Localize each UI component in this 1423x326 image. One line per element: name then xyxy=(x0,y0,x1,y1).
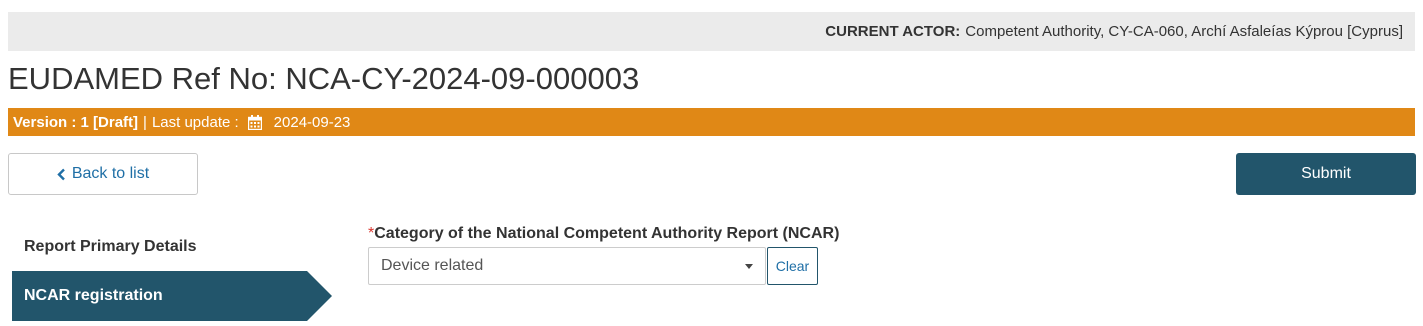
submit-button[interactable]: Submit xyxy=(1236,153,1416,195)
caret-down-icon xyxy=(745,264,753,269)
category-select-value: Device related xyxy=(381,257,484,274)
category-field-label: *Category of the National Competent Auth… xyxy=(368,224,839,244)
page-title: EUDAMED Ref No: NCA-CY-2024-09-000003 xyxy=(8,61,640,96)
back-to-list-label: Back to list xyxy=(71,165,150,182)
clear-button[interactable]: Clear xyxy=(767,247,818,285)
category-select[interactable]: Device related xyxy=(368,247,766,285)
back-to-list-button[interactable]: Back to list xyxy=(8,153,198,195)
last-update-label: Last update : xyxy=(151,113,239,131)
version-bar: Version : 1 [Draft] | Last update : 2024… xyxy=(8,108,1415,136)
current-actor-label: CURRENT ACTOR: xyxy=(825,23,961,40)
nav-item-label: Report Primary Details xyxy=(24,238,197,255)
current-actor-bar: CURRENT ACTOR: Competent Authority, CY-C… xyxy=(8,12,1415,51)
last-update-date: 2024-09-23 xyxy=(273,113,351,131)
nav-item-label: NCAR registration xyxy=(24,287,163,304)
version-separator: | xyxy=(143,113,147,131)
calendar-icon xyxy=(247,114,262,130)
category-label-text: Category of the National Competent Autho… xyxy=(374,225,840,242)
version-label: Version : 1 [Draft] xyxy=(13,113,139,131)
nav-item-report-primary-details[interactable]: Report Primary Details xyxy=(12,225,312,269)
chevron-left-icon xyxy=(57,168,66,181)
nav-item-ncar-registration[interactable]: NCAR registration xyxy=(12,271,332,321)
current-actor-value: Competent Authority, CY-CA-060, Archí As… xyxy=(965,23,1403,40)
